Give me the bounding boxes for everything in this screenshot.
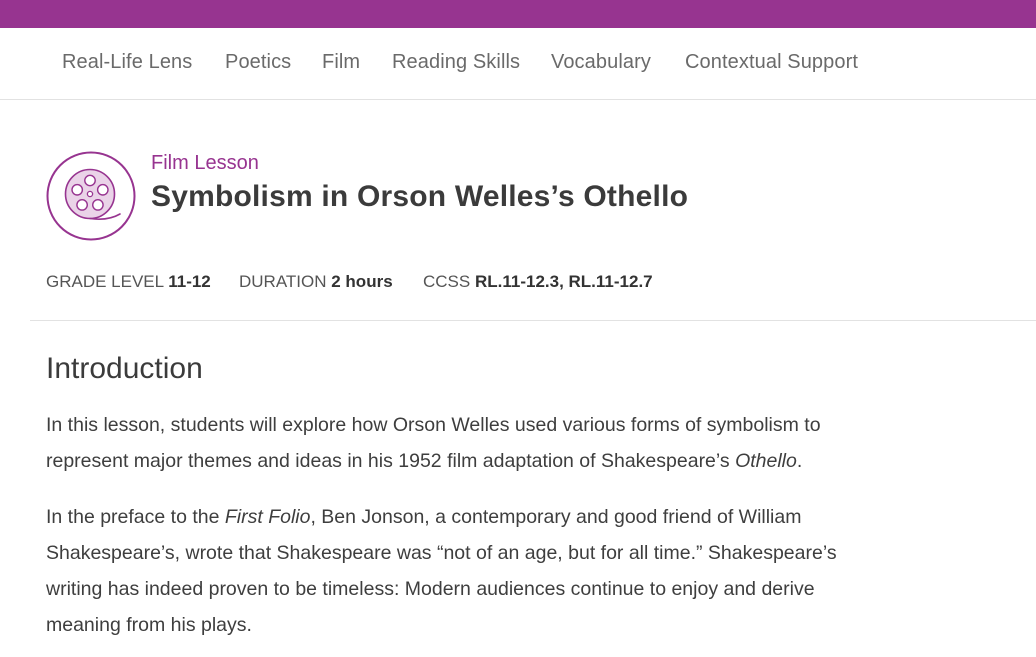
intro-p1-tail: . bbox=[796, 450, 803, 472]
ccss-meta: CCSS RL.11-12.3, RL.11-12.7 bbox=[423, 272, 653, 292]
ccss-value: RL.11-12.3, RL.11-12.7 bbox=[474, 272, 653, 291]
section-divider bbox=[30, 320, 1036, 321]
nav-item-reading-skills[interactable]: Reading Skills bbox=[392, 51, 520, 74]
nav-item-vocabulary[interactable]: Vocabulary bbox=[551, 51, 651, 74]
duration-meta: DURATION 2 hours bbox=[239, 272, 393, 292]
grade-level-label: GRADE LEVEL bbox=[46, 272, 164, 291]
main-nav: Real-Life Lens Poetics Film Reading Skil… bbox=[0, 28, 1036, 100]
duration-label: DURATION bbox=[239, 272, 327, 291]
nav-item-poetics[interactable]: Poetics bbox=[225, 51, 291, 74]
nav-item-real-life-lens[interactable]: Real-Life Lens bbox=[62, 51, 192, 74]
lesson-type-label: Film Lesson bbox=[151, 152, 259, 174]
grade-level-value: 11-12 bbox=[168, 272, 211, 291]
film-reel-icon bbox=[46, 151, 136, 241]
nav-item-contextual-support[interactable]: Contextual Support bbox=[685, 51, 858, 74]
intro-paragraph-2: In the preface to the First Folio, Ben J… bbox=[46, 499, 876, 643]
intro-paragraph-1: In this lesson, students will explore ho… bbox=[46, 407, 876, 479]
page-title: Symbolism in Orson Welles’s Othello bbox=[151, 180, 689, 213]
ccss-label: CCSS bbox=[423, 272, 471, 291]
duration-value: 2 hours bbox=[331, 272, 393, 291]
intro-p1-emphasis: Othello bbox=[735, 450, 797, 472]
intro-p2-text: In the preface to the bbox=[46, 506, 225, 528]
intro-p2-emphasis: First Folio bbox=[224, 506, 311, 528]
section-heading-introduction: Introduction bbox=[46, 352, 203, 385]
top-accent-bar bbox=[0, 0, 1036, 28]
nav-item-film[interactable]: Film bbox=[322, 51, 360, 74]
intro-p1-text: In this lesson, students will explore ho… bbox=[46, 414, 821, 472]
grade-level-meta: GRADE LEVEL 11-12 bbox=[46, 272, 211, 292]
